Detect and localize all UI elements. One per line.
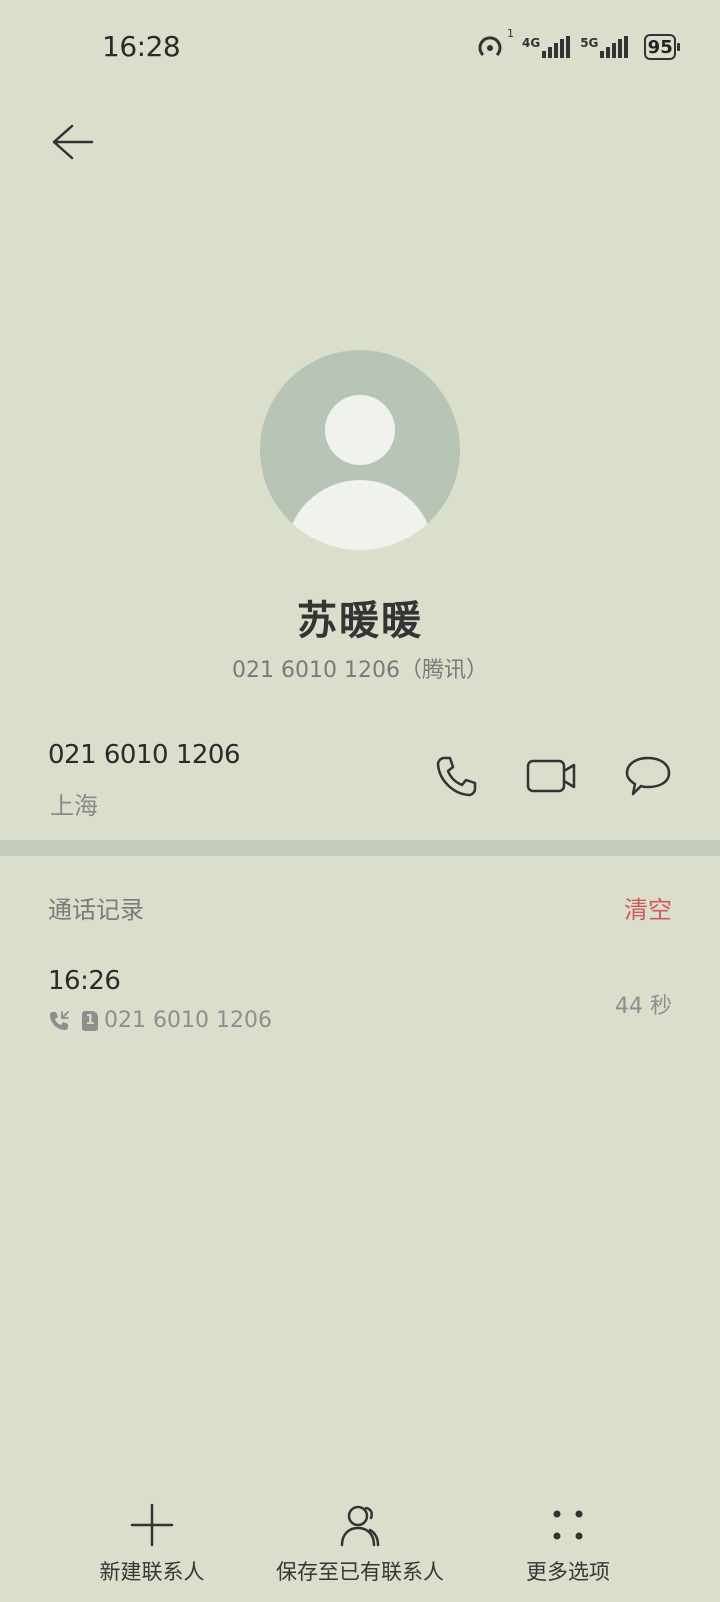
call-record-number: 021 6010 1206	[104, 1008, 272, 1033]
call-record-time: 16:26	[48, 966, 121, 996]
avatar-body	[286, 480, 434, 550]
hotspot-icon: 1	[476, 27, 514, 61]
section-divider	[0, 840, 720, 856]
chat-bubble-icon	[625, 756, 671, 796]
contact-name: 苏暖暖	[297, 598, 423, 644]
clear-call-log-button[interactable]: 清空	[600, 890, 672, 925]
new-contact-button[interactable]: 新建联系人	[32, 1502, 272, 1602]
sim2-network-label: 5G	[580, 36, 599, 50]
video-camera-icon	[526, 759, 576, 793]
phone-icon	[436, 756, 477, 797]
contact-subtitle: 021 6010 1206（腾讯）	[232, 658, 488, 683]
status-icons: 1 4G 5G 95	[476, 27, 680, 64]
sim1-network-label: 4G	[522, 36, 541, 50]
message-button[interactable]	[620, 748, 676, 804]
save-to-existing-contact-label: 保存至已有联系人	[276, 1560, 444, 1584]
avatar-head	[325, 395, 395, 465]
save-to-existing-contact-button[interactable]: 保存至已有联系人	[240, 1502, 480, 1602]
signal-bars-icon	[542, 36, 571, 58]
back-button[interactable]	[48, 118, 96, 166]
video-call-button[interactable]	[524, 748, 580, 804]
call-button[interactable]	[428, 748, 484, 804]
phone-number[interactable]: 021 6010 1206	[48, 740, 241, 770]
status-time: 16:28	[102, 30, 181, 63]
phone-location: 上海	[50, 792, 98, 820]
arrow-left-icon	[52, 124, 94, 160]
dots-grid-icon	[545, 1502, 591, 1548]
call-log-title: 通话记录	[48, 896, 144, 924]
call-record-item[interactable]: 16:26 1 021 6010 1206 44 秒	[0, 960, 720, 1040]
sim-card-icon: 1	[82, 1010, 98, 1031]
battery-level: 95	[647, 36, 673, 58]
call-record-duration: 44 秒	[615, 994, 672, 1019]
battery-icon: 95	[644, 34, 680, 60]
more-options-label: 更多选项	[526, 1560, 610, 1584]
call-record-details: 1 021 6010 1206	[48, 1008, 272, 1033]
plus-icon	[129, 1502, 175, 1548]
sim1-signal: 4G	[522, 36, 571, 58]
avatar	[260, 350, 460, 550]
new-contact-label: 新建联系人	[99, 1560, 205, 1584]
person-icon	[337, 1502, 383, 1548]
sim-number: 1	[85, 1013, 95, 1028]
signal-bars-icon	[600, 36, 629, 58]
more-options-button[interactable]: 更多选项	[448, 1502, 688, 1602]
hotspot-badge: 1	[507, 27, 514, 40]
sim2-signal: 5G	[580, 36, 629, 58]
incoming-call-icon	[50, 1010, 69, 1030]
